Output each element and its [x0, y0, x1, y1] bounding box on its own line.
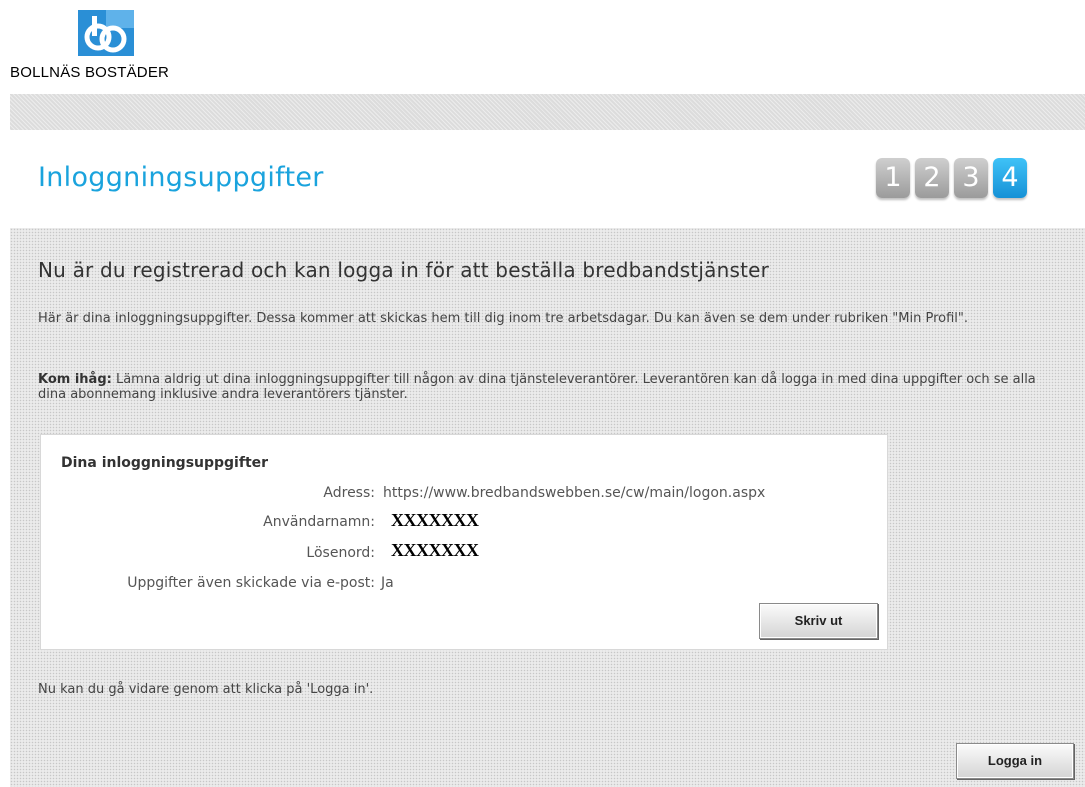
password-label: Lösenord:	[306, 545, 375, 561]
username-value: XXXXXXX	[391, 510, 479, 530]
credentials-card: Dina inloggningsuppgifter Adress: https:…	[40, 434, 888, 650]
header-banner	[10, 94, 1085, 130]
bollnas-bostader-logo-icon	[78, 10, 134, 56]
footer-note: Nu kan du gå vidare genom att klicka på …	[38, 682, 374, 697]
reminder-label: Kom ihåg:	[38, 372, 112, 387]
credentials-title: Dina inloggningsuppgifter	[61, 455, 269, 471]
step-4-active: 4	[993, 158, 1027, 198]
main-panel: Nu är du registrerad och kan logga in fö…	[10, 228, 1085, 787]
registration-headline: Nu är du registrerad och kan logga in fö…	[38, 258, 770, 282]
email-label: Uppgifter även skickade via e-post:	[127, 575, 375, 591]
reminder-paragraph: Kom ihåg: Lämna aldrig ut dina inloggnin…	[38, 372, 1048, 402]
username-label: Användarnamn:	[263, 514, 375, 530]
email-value: Ja	[381, 575, 394, 591]
login-button[interactable]: Logga in	[956, 743, 1074, 779]
password-value: XXXXXXX	[391, 540, 479, 560]
info-paragraph: Här är dina inloggningsuppgifter. Dessa …	[38, 311, 969, 326]
step-2: 2	[915, 158, 949, 198]
address-label: Adress:	[323, 485, 375, 501]
step-1: 1	[876, 158, 910, 198]
page-title: Inloggningsuppgifter	[38, 162, 324, 193]
step-3: 3	[954, 158, 988, 198]
print-button[interactable]: Skriv ut	[759, 603, 878, 639]
step-indicator: 1 2 3 4	[876, 158, 1027, 198]
brand-name: BOLLNÄS BOSTÄDER	[10, 64, 170, 81]
address-value: https://www.bredbandswebben.se/cw/main/l…	[383, 485, 766, 501]
reminder-text: Lämna aldrig ut dina inloggningsuppgifte…	[38, 372, 1036, 402]
